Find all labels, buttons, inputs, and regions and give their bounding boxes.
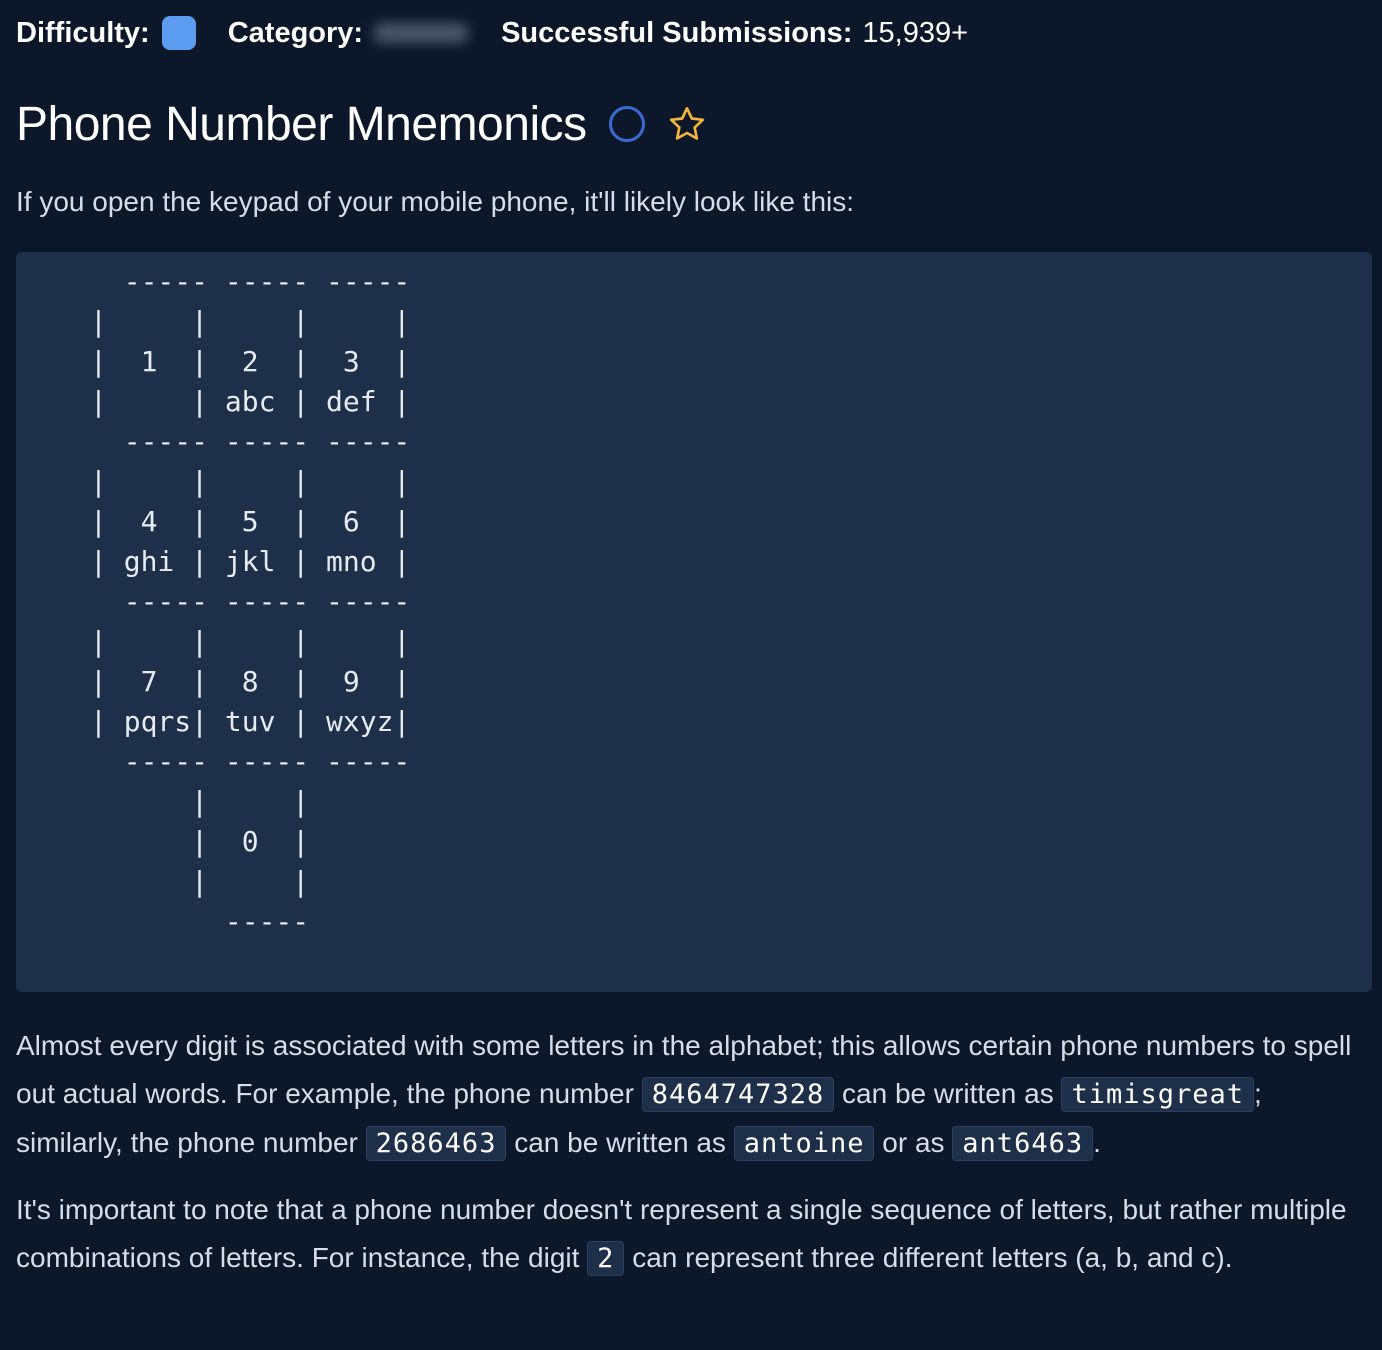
paragraph-text: can be written as xyxy=(834,1078,1062,1109)
paragraph-text: . xyxy=(1093,1127,1101,1158)
question-meta-bar: Difficulty: Category: Successful Submiss… xyxy=(16,14,968,52)
circle-outline-icon[interactable] xyxy=(608,106,645,142)
intro-text: If you open the keypad of your mobile ph… xyxy=(16,186,855,217)
inline-code: 2 xyxy=(587,1241,625,1276)
submissions-count: 15,939+ xyxy=(862,16,969,49)
page-title: Phone Number Mnemonics xyxy=(16,97,587,151)
keypad-ascii-art: ----- ----- ----- | | | | | 1 | 2 | 3 | … xyxy=(90,265,411,938)
category-value-blurred xyxy=(373,23,470,43)
inline-code: 2686463 xyxy=(365,1126,507,1161)
paragraph-text: can represent three different letters (a… xyxy=(624,1242,1233,1273)
title-row: Phone Number Mnemonics xyxy=(16,92,707,156)
paragraph-combinations: It's important to note that a phone numb… xyxy=(16,1186,1368,1283)
paragraph-text: or as xyxy=(874,1127,953,1158)
inline-code: 8464747328 xyxy=(641,1077,835,1112)
inline-code: timisgreat xyxy=(1061,1077,1255,1112)
paragraph-mnemonic-examples: Almost every digit is associated with so… xyxy=(16,1022,1368,1168)
star-outline-icon[interactable] xyxy=(667,104,707,144)
keypad-code-block: ----- ----- ----- | | | | | 1 | 2 | 3 | … xyxy=(16,252,1372,992)
difficulty-label: Difficulty: xyxy=(16,16,150,49)
category-label: Category: xyxy=(227,16,364,49)
submissions-label: Successful Submissions: xyxy=(501,16,853,49)
difficulty-badge xyxy=(161,16,196,50)
inline-code: ant6463 xyxy=(952,1126,1094,1161)
inline-code: antoine xyxy=(733,1126,875,1161)
paragraph-text: can be written as xyxy=(506,1127,734,1158)
